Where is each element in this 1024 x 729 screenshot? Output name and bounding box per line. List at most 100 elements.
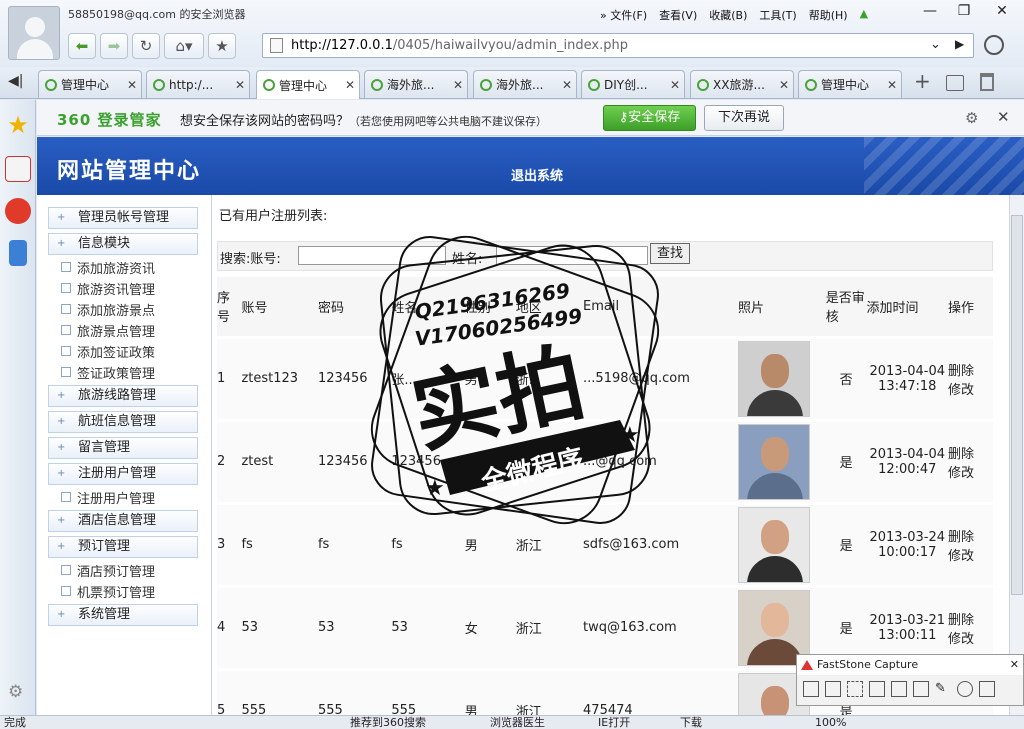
close-tab-icon[interactable]: ✕ (670, 78, 684, 92)
tab-1[interactable]: http:/... ✕ (146, 70, 250, 98)
dropdown-icon[interactable]: ⌄ (930, 37, 941, 52)
tab-6[interactable]: XX旅游... ✕ (690, 70, 794, 98)
sidebar-link-3[interactable]: 旅游资讯管理 (60, 279, 155, 298)
url-text[interactable]: http://127.0.0.1/0405/haiwailvyou/admin_… (291, 38, 628, 53)
address-bar[interactable]: http://127.0.0.1/0405/haiwailvyou/admin_… (262, 33, 974, 58)
sidebar-group-13[interactable]: 酒店信息管理 (48, 510, 198, 532)
sidebar-link-12[interactable]: 注册用户管理 (60, 488, 155, 507)
capture-region-icon[interactable] (847, 681, 863, 697)
sidebar-link-4[interactable]: 添加旅游景点 (60, 300, 155, 319)
tab-4[interactable]: 海外旅... ✕ (473, 70, 577, 98)
delete-link[interactable]: 删除 (948, 360, 993, 379)
status-download[interactable]: 下载 (680, 716, 702, 729)
capture-freehand-icon[interactable] (869, 681, 885, 697)
edit-link[interactable]: 修改 (948, 379, 993, 398)
sidebar-group-1[interactable]: 信息模块 (48, 233, 198, 255)
sidebar-link-16[interactable]: 机票预订管理 (60, 582, 155, 601)
menu-help[interactable]: 帮助(H) (809, 7, 848, 23)
sidebar-group-8[interactable]: 旅游线路管理 (48, 385, 198, 407)
forward-button[interactable]: ➡ (100, 33, 128, 59)
later-button[interactable]: 下次再说 (704, 105, 784, 131)
close-tab-icon[interactable]: ✕ (779, 78, 793, 92)
capture-window-icon[interactable] (803, 681, 819, 697)
menu-view[interactable]: 查看(V) (659, 7, 697, 23)
status-zoom[interactable]: 100% (815, 716, 846, 729)
settings-icon[interactable] (979, 681, 995, 697)
account-search-input[interactable] (298, 246, 446, 265)
menu-tools[interactable]: 工具(T) (759, 7, 796, 23)
tab-2-active[interactable]: 管理中心 ✕ (256, 70, 360, 99)
banner-decoration (864, 137, 1024, 195)
sidebar-group-0[interactable]: 管理员帐号管理 (48, 207, 198, 229)
close-window-button[interactable]: ✕ (988, 3, 1016, 23)
sidebar-group-17[interactable]: 系统管理 (48, 604, 198, 626)
sidebar-link-5[interactable]: 旅游景点管理 (60, 321, 155, 340)
capture-scroll-icon[interactable] (913, 681, 929, 697)
closed-tabs-icon[interactable] (946, 75, 964, 91)
refresh-button[interactable]: ↻ (132, 33, 160, 59)
settings-gear-icon[interactable]: ⚙ (8, 682, 23, 702)
minimize-button[interactable]: — (916, 3, 944, 23)
close-tab-icon[interactable]: ✕ (562, 78, 576, 92)
delete-link[interactable]: 删除 (948, 609, 993, 628)
shirt-icon[interactable]: ▲ (860, 7, 868, 23)
tab-7[interactable]: 管理中心 ✕ (798, 70, 902, 98)
go-icon[interactable]: ▶ (955, 37, 964, 51)
page-scrollbar[interactable] (1009, 195, 1024, 715)
search-button[interactable]: 查找 (650, 243, 690, 264)
sidebar-group-11[interactable]: 注册用户管理 (48, 463, 198, 485)
shield-icon[interactable] (984, 35, 1004, 55)
sidebar-link-15[interactable]: 酒店预订管理 (60, 561, 155, 580)
column-header: 添加时间 (866, 277, 949, 339)
favorites-star-icon[interactable]: ★ (5, 112, 31, 138)
sidebar-group-10[interactable]: 留言管理 (48, 437, 198, 459)
phone-icon[interactable] (9, 240, 27, 266)
name-search-label: 姓名: (452, 252, 483, 267)
edit-link[interactable]: 修改 (948, 545, 993, 564)
tab-0[interactable]: 管理中心 ✕ (38, 70, 142, 98)
home-button[interactable]: ⌂▾ (164, 33, 204, 59)
color-picker-icon[interactable]: ✎ (935, 681, 951, 697)
restore-button[interactable]: ❐ (950, 3, 978, 23)
close-tab-icon[interactable]: ✕ (235, 78, 249, 92)
tab-3[interactable]: 海外旅... ✕ (364, 70, 468, 98)
name-search-input[interactable] (496, 246, 648, 265)
sidebar-link-2[interactable]: 添加旅游资讯 (60, 258, 155, 277)
news-icon[interactable] (5, 156, 31, 182)
trash-icon[interactable] (980, 73, 994, 91)
safe-save-button[interactable]: ⚷安全保存 (603, 105, 696, 131)
tab-5[interactable]: DIY创... ✕ (581, 70, 685, 98)
palette-icon[interactable] (957, 681, 973, 697)
logout-link[interactable]: 退出系统 (511, 165, 563, 184)
close-tab-icon[interactable]: ✕ (345, 78, 359, 92)
column-header: 序号 (217, 277, 242, 339)
faststone-close-icon[interactable]: ✕ (1010, 655, 1019, 675)
menu-file[interactable]: » 文件(F) (600, 7, 647, 23)
edit-link[interactable]: 修改 (948, 462, 993, 481)
weibo-icon[interactable] (5, 198, 31, 224)
favorite-button[interactable]: ★ (208, 33, 236, 59)
back-button[interactable]: ⬅ (68, 33, 96, 59)
delete-link[interactable]: 删除 (948, 443, 993, 462)
delete-link[interactable]: 删除 (948, 526, 993, 545)
sidebar-group-9[interactable]: 航班信息管理 (48, 411, 198, 433)
sidebar-toggle-icon[interactable]: ◀| (8, 73, 23, 89)
status-ie-open[interactable]: IE打开 (598, 716, 630, 729)
user-avatar[interactable] (8, 6, 60, 60)
sidebar-link-6[interactable]: 添加签证政策 (60, 342, 155, 361)
new-tab-icon[interactable]: + (914, 69, 931, 93)
menu-favorites[interactable]: 收藏(B) (709, 7, 747, 23)
close-tab-icon[interactable]: ✕ (453, 78, 467, 92)
sidebar-group-14[interactable]: 预订管理 (48, 536, 198, 558)
status-doctor[interactable]: 浏览器医生 (490, 716, 545, 729)
bar-close-icon[interactable]: ✕ (997, 108, 1010, 126)
capture-fullscreen-icon[interactable] (891, 681, 907, 697)
close-tab-icon[interactable]: ✕ (887, 78, 901, 92)
status-recommend[interactable]: 推荐到360搜索 (350, 716, 426, 729)
scrollbar-thumb[interactable] (1011, 215, 1023, 595)
sidebar-link-7[interactable]: 签证政策管理 (60, 363, 155, 382)
close-tab-icon[interactable]: ✕ (127, 78, 141, 92)
capture-object-icon[interactable] (825, 681, 841, 697)
edit-link[interactable]: 修改 (948, 628, 993, 647)
bar-settings-icon[interactable]: ⚙ (965, 109, 978, 127)
